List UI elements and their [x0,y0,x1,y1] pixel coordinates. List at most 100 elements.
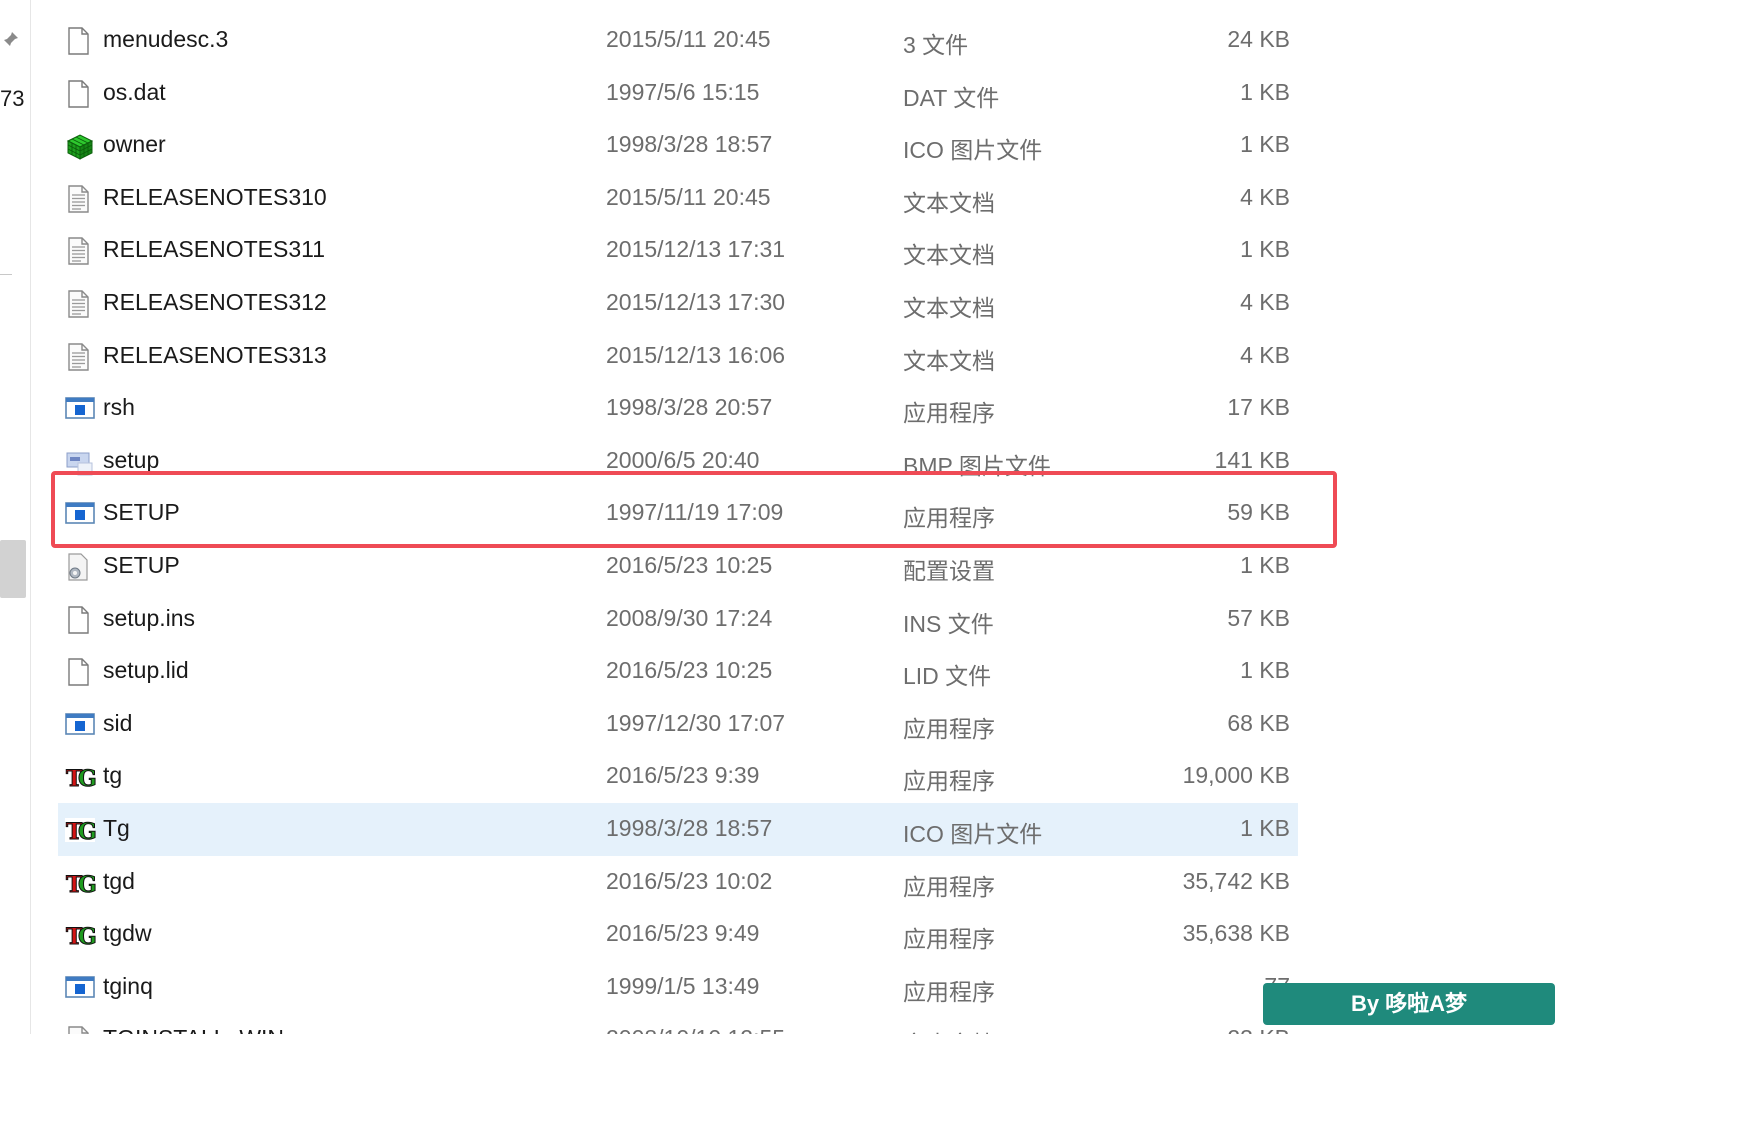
svg-text:G: G [78,766,96,792]
file-list: menudesc.3 2015/5/11 20:45 3 文件 24 KB os.dat… [58,14,1298,1034]
file-size: 4 KB [1240,288,1290,315]
rubik-cube-icon [64,131,96,161]
file-name: tgd [103,867,135,894]
file-name: setup.ins [103,604,196,631]
file-size: 4 KB [1240,341,1290,368]
file-type: BMP 图片文件 [903,452,1051,479]
file-size: 1 KB [1240,551,1290,578]
nav-scrollbar-thumb[interactable] [0,540,26,598]
file-row[interactable]: RELEASENOTES313 2015/12/13 16:06 文本文档 4 KB [58,330,1298,383]
file-size: 68 KB [1227,709,1290,736]
file-modified-date: 2015/12/13 17:30 [606,288,786,315]
file-modified-date: 2016/5/23 10:25 [606,657,773,684]
file-row[interactable]: rsh 1998/3/28 20:57 应用程序 17 KB [58,382,1298,435]
file-type: LID 文件 [903,663,992,690]
tg-logo-icon: TG [64,762,96,792]
file-row[interactable]: os.dat 1997/5/6 15:15 DAT 文件 1 KB [58,67,1298,120]
file-name: tginq [103,972,153,999]
file-type: 应用程序 [903,978,995,1005]
blank-file-icon [64,605,96,635]
file-modified-date: 2015/5/11 20:45 [606,26,771,52]
file-row[interactable]: TGINSTALL_WIN 2008/10/10 12:55 文本文档 23 KB [58,1013,1298,1034]
config-settings-icon [64,552,96,582]
file-name: tgdw [103,920,152,947]
file-modified-date: 2016/5/23 9:39 [606,762,760,789]
file-row[interactable]: T G Tg 1998/3/28 18:57 ICO 图片文件 1 KB [58,802,1298,856]
navigation-pane: 73 [0,0,31,1034]
application-icon [64,973,96,1003]
file-type: 文本文档 [903,1025,995,1034]
file-size: 1 KB [1240,657,1290,684]
file-modified-date: 1997/5/6 15:15 [606,78,760,105]
file-name: Tg [103,814,130,841]
file-row[interactable]: RELEASENOTES312 2015/12/13 17:30 文本文档 4 KB [58,277,1298,330]
file-size: 35,638 KB [1182,920,1290,947]
file-type: INS 文件 [903,610,994,637]
svg-text:G: G [78,924,96,950]
file-type: 应用程序 [903,873,995,900]
file-row[interactable]: sid 1997/12/30 17:07 应用程序 68 KB [58,698,1298,751]
file-name: setup.lid [103,657,189,684]
tg-logo-icon: TG [64,868,96,898]
file-modified-date: 2016/5/23 10:02 [606,867,773,894]
file-type: ICO 图片文件 [903,137,1043,164]
file-size: 1 KB [1240,131,1290,158]
file-size: 4 KB [1240,183,1290,210]
file-row[interactable]: T G tgdw 2016/5/23 9:49 应用程序 35,638 KB [58,908,1298,961]
file-type: 应用程序 [903,926,995,953]
file-size: 1 KB [1240,814,1290,841]
file-row[interactable]: setup.lid 2016/5/23 10:25 LID 文件 1 KB [58,645,1298,698]
file-modified-date: 2015/12/13 17:31 [606,236,786,263]
file-row[interactable]: menudesc.3 2015/5/11 20:45 3 文件 24 KB [58,14,1298,67]
bitmap-image-icon [64,447,96,477]
file-type: 文本文档 [903,189,995,216]
file-size: 19,000 KB [1182,762,1290,789]
file-name: RELEASENOTES313 [103,341,327,368]
file-row[interactable]: setup.ins 2008/9/30 17:24 INS 文件 57 KB [58,593,1298,646]
file-row[interactable]: T G tg 2016/5/23 9:39 应用程序 19,000 KB [58,750,1298,803]
file-type: DAT 文件 [903,84,1000,111]
file-name: RELEASENOTES312 [103,288,327,315]
application-icon [64,710,96,740]
file-row[interactable]: setup 2000/6/5 20:40 BMP 图片文件 141 KB [58,435,1298,488]
author-watermark: By 哆啦A梦 [1263,983,1555,1025]
file-modified-date: 1997/12/30 17:07 [606,709,786,736]
pin-icon[interactable] [2,30,20,48]
file-row[interactable]: SETUP 2016/5/23 10:25 配置设置 1 KB [58,540,1298,593]
file-row[interactable]: tginq1999/1/5 13:49应用程序77 [58,961,1298,1014]
file-modified-date: 2000/6/5 20:40 [606,446,760,473]
file-name: tg [103,762,123,789]
file-row[interactable]: RELEASENOTES311 2015/12/13 17:31 文本文档 1 KB [58,224,1298,277]
file-row[interactable]: SETUP 1997/11/19 17:09 应用程序 59 KB [58,487,1298,540]
file-modified-date: 2016/5/23 10:25 [606,551,773,578]
file-row[interactable]: T G tgd 2016/5/23 10:02 应用程序 35,742 KB [58,856,1298,909]
file-name: SETUP [103,551,180,578]
file-name: sid [103,709,133,736]
text-document-icon [64,184,96,214]
application-icon [64,499,96,529]
file-name: RELEASENOTES310 [103,183,327,210]
file-type: 文本文档 [903,294,995,321]
application-icon [64,394,96,424]
file-modified-date: 1997/11/19 17:09 [606,499,784,526]
text-document-icon [64,289,96,319]
file-size: 35,742 KB [1182,867,1290,894]
blank-file-icon [64,657,96,687]
file-type: ICO 图片文件 [903,820,1043,847]
file-row[interactable]: RELEASENOTES310 2015/5/11 20:45 文本文档 4 KB [58,172,1298,225]
file-modified-date: 1998/3/28 20:57 [606,394,773,421]
nav-partial-label: 73 [0,86,25,111]
tg-logo-icon: TG [64,815,96,845]
file-size: 24 KB [1227,26,1290,52]
file-size: 17 KB [1227,394,1290,421]
file-row[interactable]: owner 1998/3/28 18:57 ICO 图片文件 1 KB [58,119,1298,172]
file-modified-date: 2015/12/13 16:06 [606,341,786,368]
nav-divider [0,274,12,275]
file-type: 应用程序 [903,400,995,427]
file-type: 文本文档 [903,347,995,374]
file-modified-date: 1998/3/28 18:57 [606,814,773,841]
file-type: 应用程序 [903,505,995,532]
svg-text:G: G [78,872,96,898]
file-size: 1 KB [1240,236,1290,263]
file-size: 141 KB [1214,446,1290,473]
